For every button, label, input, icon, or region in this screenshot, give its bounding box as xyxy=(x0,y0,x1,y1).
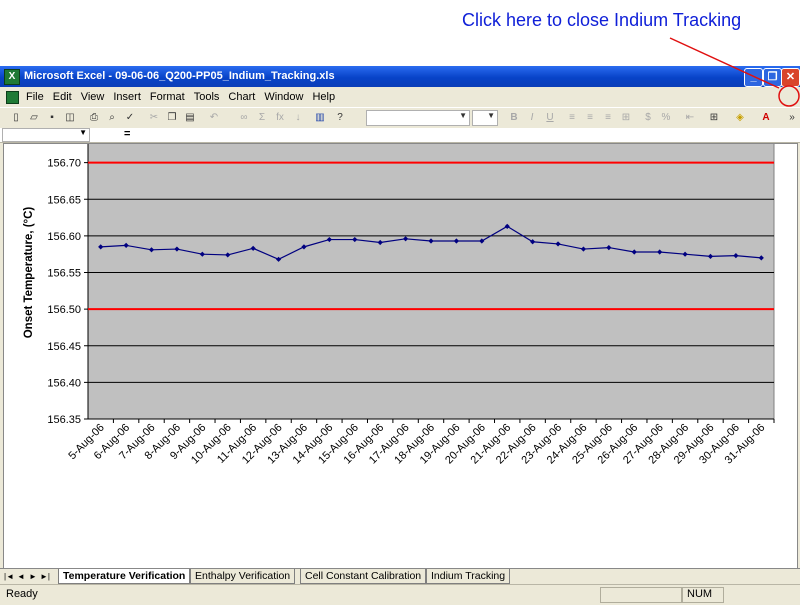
status-bar: Ready NUM xyxy=(0,584,800,605)
first-sheet-nav[interactable]: |◄ xyxy=(4,571,14,582)
undo-icon[interactable]: ↶ xyxy=(206,110,222,126)
y-tick-label: 156.40 xyxy=(47,377,81,389)
sheet-tabs-bar: |◄ ◄ ► ►| Temperature Verification Entha… xyxy=(0,568,800,585)
print-preview-icon[interactable]: ⌕ xyxy=(104,110,120,126)
menu-window[interactable]: Window xyxy=(264,91,303,103)
line-chart: Indium Temperature Verifications156.7515… xyxy=(23,121,775,466)
y-tick-label: 156.45 xyxy=(47,341,81,353)
save-icon[interactable]: ▪ xyxy=(44,110,60,126)
window-restore-button[interactable]: ❐ xyxy=(763,68,782,87)
name-box[interactable]: ▼ xyxy=(2,128,90,142)
print-icon[interactable]: ⎙ xyxy=(86,110,102,126)
last-sheet-nav[interactable]: ►| xyxy=(40,571,50,582)
menu-items: File Edit View Insert Format Tools Chart Window… xyxy=(26,91,335,103)
prev-sheet-nav[interactable]: ◄ xyxy=(16,571,26,582)
menu-file[interactable]: File xyxy=(26,91,44,103)
plot-area xyxy=(87,125,775,420)
excel-app-icon[interactable]: X xyxy=(4,69,20,85)
status-ready: Ready xyxy=(6,588,38,600)
y-tick-label: 156.65 xyxy=(47,194,81,206)
new-icon[interactable]: ▯ xyxy=(8,110,24,126)
workbook-icon[interactable] xyxy=(6,91,19,104)
tab-cell-constant-calibration[interactable]: Cell Constant Calibration xyxy=(300,569,427,584)
window-minimize-button[interactable]: _ xyxy=(744,68,763,87)
decrease-indent-icon[interactable]: ⇤ xyxy=(682,110,698,126)
next-sheet-nav[interactable]: ► xyxy=(28,571,38,582)
formula-equals: = xyxy=(124,128,131,140)
y-tick-label: 156.70 xyxy=(47,158,81,170)
y-tick-label: 156.60 xyxy=(47,231,81,243)
menu-edit[interactable]: Edit xyxy=(53,91,72,103)
chart-area[interactable]: Indium Temperature Verifications156.7515… xyxy=(3,121,798,570)
currency-icon[interactable]: $ xyxy=(640,110,656,126)
permission-icon[interactable]: ◫ xyxy=(62,110,78,126)
menu-view[interactable]: View xyxy=(81,91,105,103)
chart-wizard-icon[interactable]: ▥ xyxy=(312,110,328,126)
paste-icon[interactable]: ▤ xyxy=(182,110,198,126)
percent-icon[interactable]: % xyxy=(658,110,674,126)
fill-color-icon[interactable]: ◈ xyxy=(732,110,748,126)
hyperlink-icon[interactable]: ∞ xyxy=(236,110,252,126)
borders-icon[interactable]: ⊞ xyxy=(706,110,722,126)
align-left-icon[interactable]: ≡ xyxy=(564,110,580,126)
cut-icon[interactable]: ✂ xyxy=(146,110,162,126)
menu-format[interactable]: Format xyxy=(150,91,185,103)
font-name-combo[interactable]: ▼ xyxy=(366,110,470,126)
font-color-icon[interactable]: A xyxy=(758,110,774,126)
status-panel xyxy=(600,587,682,603)
window-title: Microsoft Excel - 09-06-06_Q200-PP05_Ind… xyxy=(24,70,335,82)
status-num: NUM xyxy=(687,588,713,600)
sort-icon[interactable]: ↓ xyxy=(290,110,306,126)
function-icon[interactable]: fx xyxy=(272,110,288,126)
menu-insert[interactable]: Insert xyxy=(113,91,141,103)
menu-help[interactable]: Help xyxy=(312,91,335,103)
menu-bar: File Edit View Insert Format Tools Chart Window… xyxy=(0,88,800,126)
tab-indium-tracking[interactable]: Indium Tracking xyxy=(426,569,511,584)
align-right-icon[interactable]: ≡ xyxy=(600,110,616,126)
title-bar: X Microsoft Excel - 09-06-06_Q200-PP05_I… xyxy=(0,66,800,87)
underline-icon[interactable]: U xyxy=(542,110,558,126)
help-icon[interactable]: ? xyxy=(332,110,348,126)
bold-icon[interactable]: B xyxy=(506,110,522,126)
tab-temperature-verification[interactable]: Temperature Verification xyxy=(58,569,191,584)
formula-bar: ▼ = xyxy=(0,128,800,143)
menu-tools[interactable]: Tools xyxy=(194,91,220,103)
menu-chart[interactable]: Chart xyxy=(228,91,255,103)
y-tick-label: 156.35 xyxy=(47,414,81,426)
y-axis-label: Onset Temperature, (°C) xyxy=(23,207,35,339)
toolbar-options-icon[interactable]: » xyxy=(786,110,798,126)
open-icon[interactable]: ▱ xyxy=(26,110,42,126)
spelling-icon[interactable]: ✓ xyxy=(122,110,138,126)
y-tick-label: 156.55 xyxy=(47,268,81,280)
merge-icon[interactable]: ⊞ xyxy=(618,110,634,126)
close-instruction-annotation: Click here to close Indium Tracking xyxy=(462,10,742,30)
font-size-combo[interactable]: ▼ xyxy=(472,110,498,126)
tab-enthalpy-verification[interactable]: Enthalpy Verification xyxy=(190,569,296,584)
standard-toolbar: ▯ ▱ ▪ ◫ ⎙ ⌕ ✓ ✂ ❐ ▤ ↶ ∞ Σ fx ↓ ▥ ? ▼ ▼ B… xyxy=(0,107,800,129)
italic-icon[interactable]: I xyxy=(524,110,540,126)
excel-window: X Microsoft Excel - 09-06-06_Q200-PP05_I… xyxy=(0,66,800,605)
center-icon[interactable]: ≡ xyxy=(582,110,598,126)
autosum-icon[interactable]: Σ xyxy=(254,110,270,126)
y-tick-label: 156.50 xyxy=(47,304,81,316)
copy-icon[interactable]: ❐ xyxy=(164,110,180,126)
window-close-button[interactable]: ✕ xyxy=(781,68,800,87)
